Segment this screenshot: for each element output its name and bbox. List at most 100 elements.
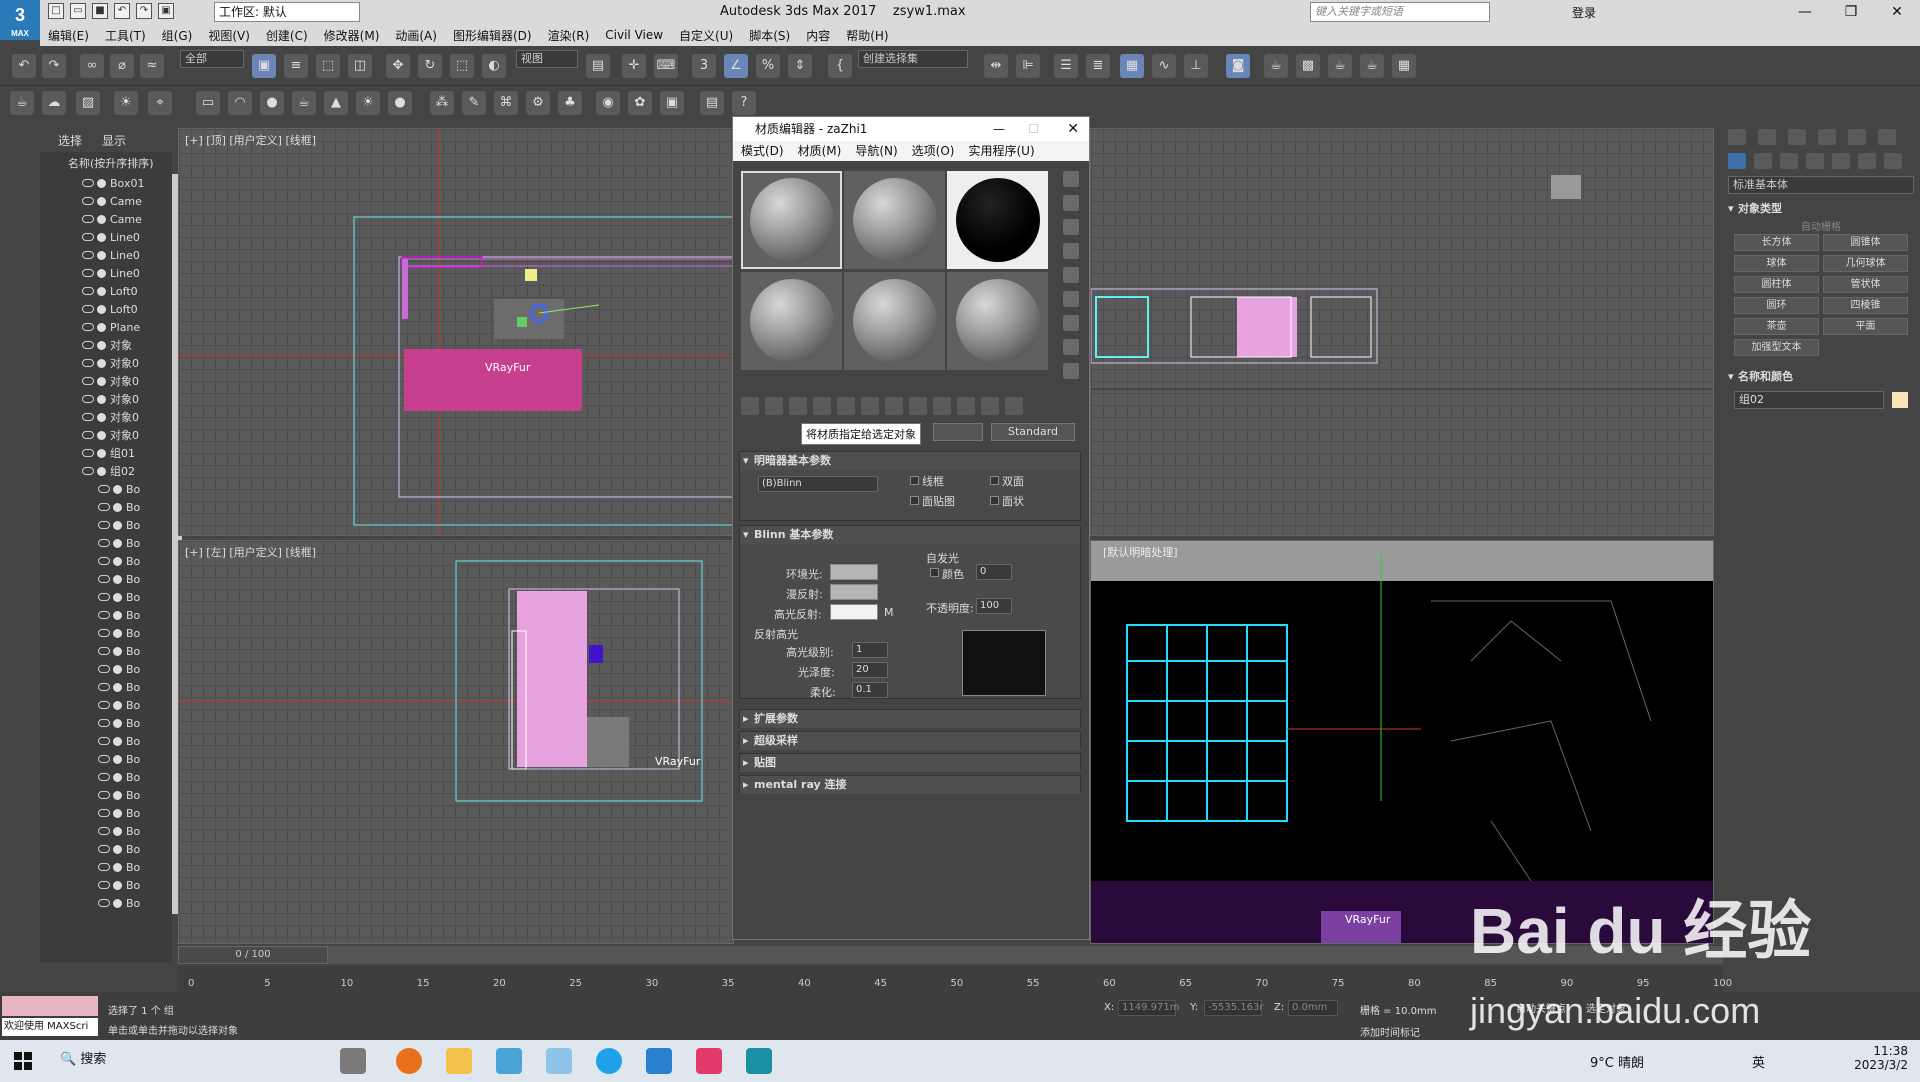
task-view-icon[interactable] (340, 1048, 366, 1074)
scene-item[interactable]: Bo (68, 678, 170, 696)
background-icon[interactable] (1063, 219, 1079, 235)
hierarchy-tab-icon[interactable] (1788, 129, 1806, 145)
scene-explorer-icon[interactable]: ☰ (1054, 54, 1078, 78)
menu-navigation[interactable]: 导航(N) (855, 141, 897, 161)
visibility-icon[interactable] (98, 863, 110, 871)
visibility-icon[interactable] (98, 503, 110, 511)
save-icon[interactable]: ■ (92, 3, 108, 19)
assign-to-selection-icon[interactable] (789, 397, 807, 415)
tab-select[interactable]: 选择 (58, 132, 82, 152)
object-name-input[interactable]: 组02 (1734, 391, 1884, 409)
preview-icon[interactable] (1063, 291, 1079, 307)
scene-item[interactable]: Bo (68, 768, 170, 786)
photo-app-icon[interactable] (696, 1048, 722, 1074)
scene-item[interactable]: Bo (68, 534, 170, 552)
visibility-icon[interactable] (82, 467, 94, 475)
menu-utilities[interactable]: 实用程序(U) (968, 141, 1034, 161)
visibility-icon[interactable] (82, 431, 94, 439)
edit-named-sel-icon[interactable]: { (828, 54, 852, 78)
palette-icon[interactable]: ✿ (628, 91, 652, 115)
globe-icon[interactable]: ◉ (596, 91, 620, 115)
maximize-icon[interactable]: ☐ (1028, 117, 1039, 141)
scene-item[interactable]: Bo (68, 588, 170, 606)
material-slot[interactable] (947, 272, 1048, 370)
undo-icon[interactable]: ↶ (12, 54, 36, 78)
material-slot[interactable] (947, 171, 1048, 269)
viewport-left[interactable]: [+] [左] [用户定义] [线框] VRayFur (178, 540, 734, 944)
visibility-icon[interactable] (82, 179, 94, 187)
visibility-icon[interactable] (82, 395, 94, 403)
make-unique-icon[interactable] (861, 397, 879, 415)
menu-graph-editors[interactable]: 图形编辑器(D) (445, 27, 540, 44)
rollout-header[interactable]: Blinn 基本参数 (740, 526, 1080, 544)
visibility-icon[interactable] (82, 197, 94, 205)
visibility-icon[interactable] (98, 593, 110, 601)
cloud-icon[interactable]: ☁ (42, 91, 66, 115)
visibility-icon[interactable] (82, 215, 94, 223)
material-id-icon[interactable] (909, 397, 927, 415)
rect-selection-icon[interactable]: ⬚ (316, 54, 340, 78)
autogrid-checkbox[interactable]: 自动栅格 (1726, 218, 1916, 234)
spacewarps-icon[interactable] (1858, 153, 1876, 169)
link-icon[interactable]: ∞ (80, 54, 104, 78)
rollout-header[interactable]: 对象类型 (1726, 200, 1916, 218)
menu-customize[interactable]: 自定义(U) (671, 27, 741, 44)
render-iterative-icon[interactable]: ☕ (1360, 54, 1384, 78)
textplus-button[interactable]: 加强型文本 (1734, 339, 1819, 356)
sphere-icon[interactable]: ● (260, 91, 284, 115)
add-time-tag[interactable]: 添加时间标记 (1360, 1024, 1420, 1039)
taskbar-search[interactable]: 🔍 搜索 (60, 1048, 106, 1067)
menu-modes[interactable]: 模式(D) (741, 141, 784, 161)
visibility-icon[interactable] (98, 899, 110, 907)
camera-icon[interactable]: ⌖ (148, 91, 172, 115)
select-by-name-icon[interactable]: ≡ (284, 54, 308, 78)
move-icon[interactable]: ✥ (386, 54, 410, 78)
scene-item[interactable]: Bo (68, 660, 170, 678)
tab-display[interactable]: 显示 (102, 132, 126, 152)
visibility-icon[interactable] (98, 809, 110, 817)
viewport-top[interactable]: [+] [顶] [用户定义] [线框] VRayFur (178, 128, 734, 536)
weather-widget[interactable]: 9°C 晴朗 (1590, 1052, 1644, 1071)
scene-item[interactable]: 对象0 (68, 372, 170, 390)
scene-item[interactable]: Box01 (68, 174, 170, 192)
modify-tab-icon[interactable] (1758, 129, 1776, 145)
named-selection-dropdown[interactable]: 创建选择集 (858, 50, 968, 68)
rollout-header[interactable]: 名称和颜色 (1726, 368, 1916, 386)
close-icon[interactable]: ✕ (1874, 0, 1920, 24)
menu-content[interactable]: 内容 (798, 27, 838, 44)
visibility-icon[interactable] (82, 233, 94, 241)
redo-icon[interactable]: ↷ (136, 3, 152, 19)
scene-item[interactable]: Bo (68, 822, 170, 840)
scene-item[interactable]: Bo (68, 894, 170, 912)
percent-snap-icon[interactable]: % (756, 54, 780, 78)
align-icon[interactable]: ⊫ (1016, 54, 1040, 78)
motion-tab-icon[interactable] (1818, 129, 1836, 145)
visibility-icon[interactable] (98, 485, 110, 493)
menu-material[interactable]: 材质(M) (798, 141, 842, 161)
new-file-icon[interactable]: □ (48, 3, 64, 19)
teapot-icon[interactable]: ☕ (10, 91, 34, 115)
cameras-icon[interactable] (1806, 153, 1824, 169)
image-icon[interactable]: ▨ (76, 91, 100, 115)
material-type-button[interactable]: Standard (991, 423, 1075, 441)
scene-item[interactable]: Bo (68, 570, 170, 588)
rollout-header[interactable]: mental ray 连接 (740, 776, 1080, 794)
workspace-dropdown[interactable]: 工作区: 默认 (214, 2, 360, 22)
uv-tiling-icon[interactable] (1063, 243, 1079, 259)
visibility-icon[interactable] (98, 827, 110, 835)
visibility-icon[interactable] (82, 359, 94, 367)
visibility-icon[interactable] (98, 539, 110, 547)
fur2-icon[interactable]: ⌘ (494, 91, 518, 115)
visibility-icon[interactable] (98, 845, 110, 853)
rotate-icon[interactable]: ↻ (418, 54, 442, 78)
soften-spinner[interactable]: 0.1 (852, 682, 888, 698)
layer-explorer-icon[interactable]: ≣ (1086, 54, 1110, 78)
geometry-icon[interactable] (1728, 153, 1746, 169)
shader-dropdown[interactable]: (B)Blinn (758, 476, 878, 492)
app-logo[interactable]: 3 MAX (0, 0, 40, 40)
scene-item[interactable]: 组01 (68, 444, 170, 462)
render-production-icon[interactable]: ☕ (1328, 54, 1352, 78)
box-icon[interactable]: ▭ (196, 91, 220, 115)
visibility-icon[interactable] (98, 773, 110, 781)
system-clock[interactable]: 11:38 2023/3/2 (1854, 1044, 1908, 1072)
